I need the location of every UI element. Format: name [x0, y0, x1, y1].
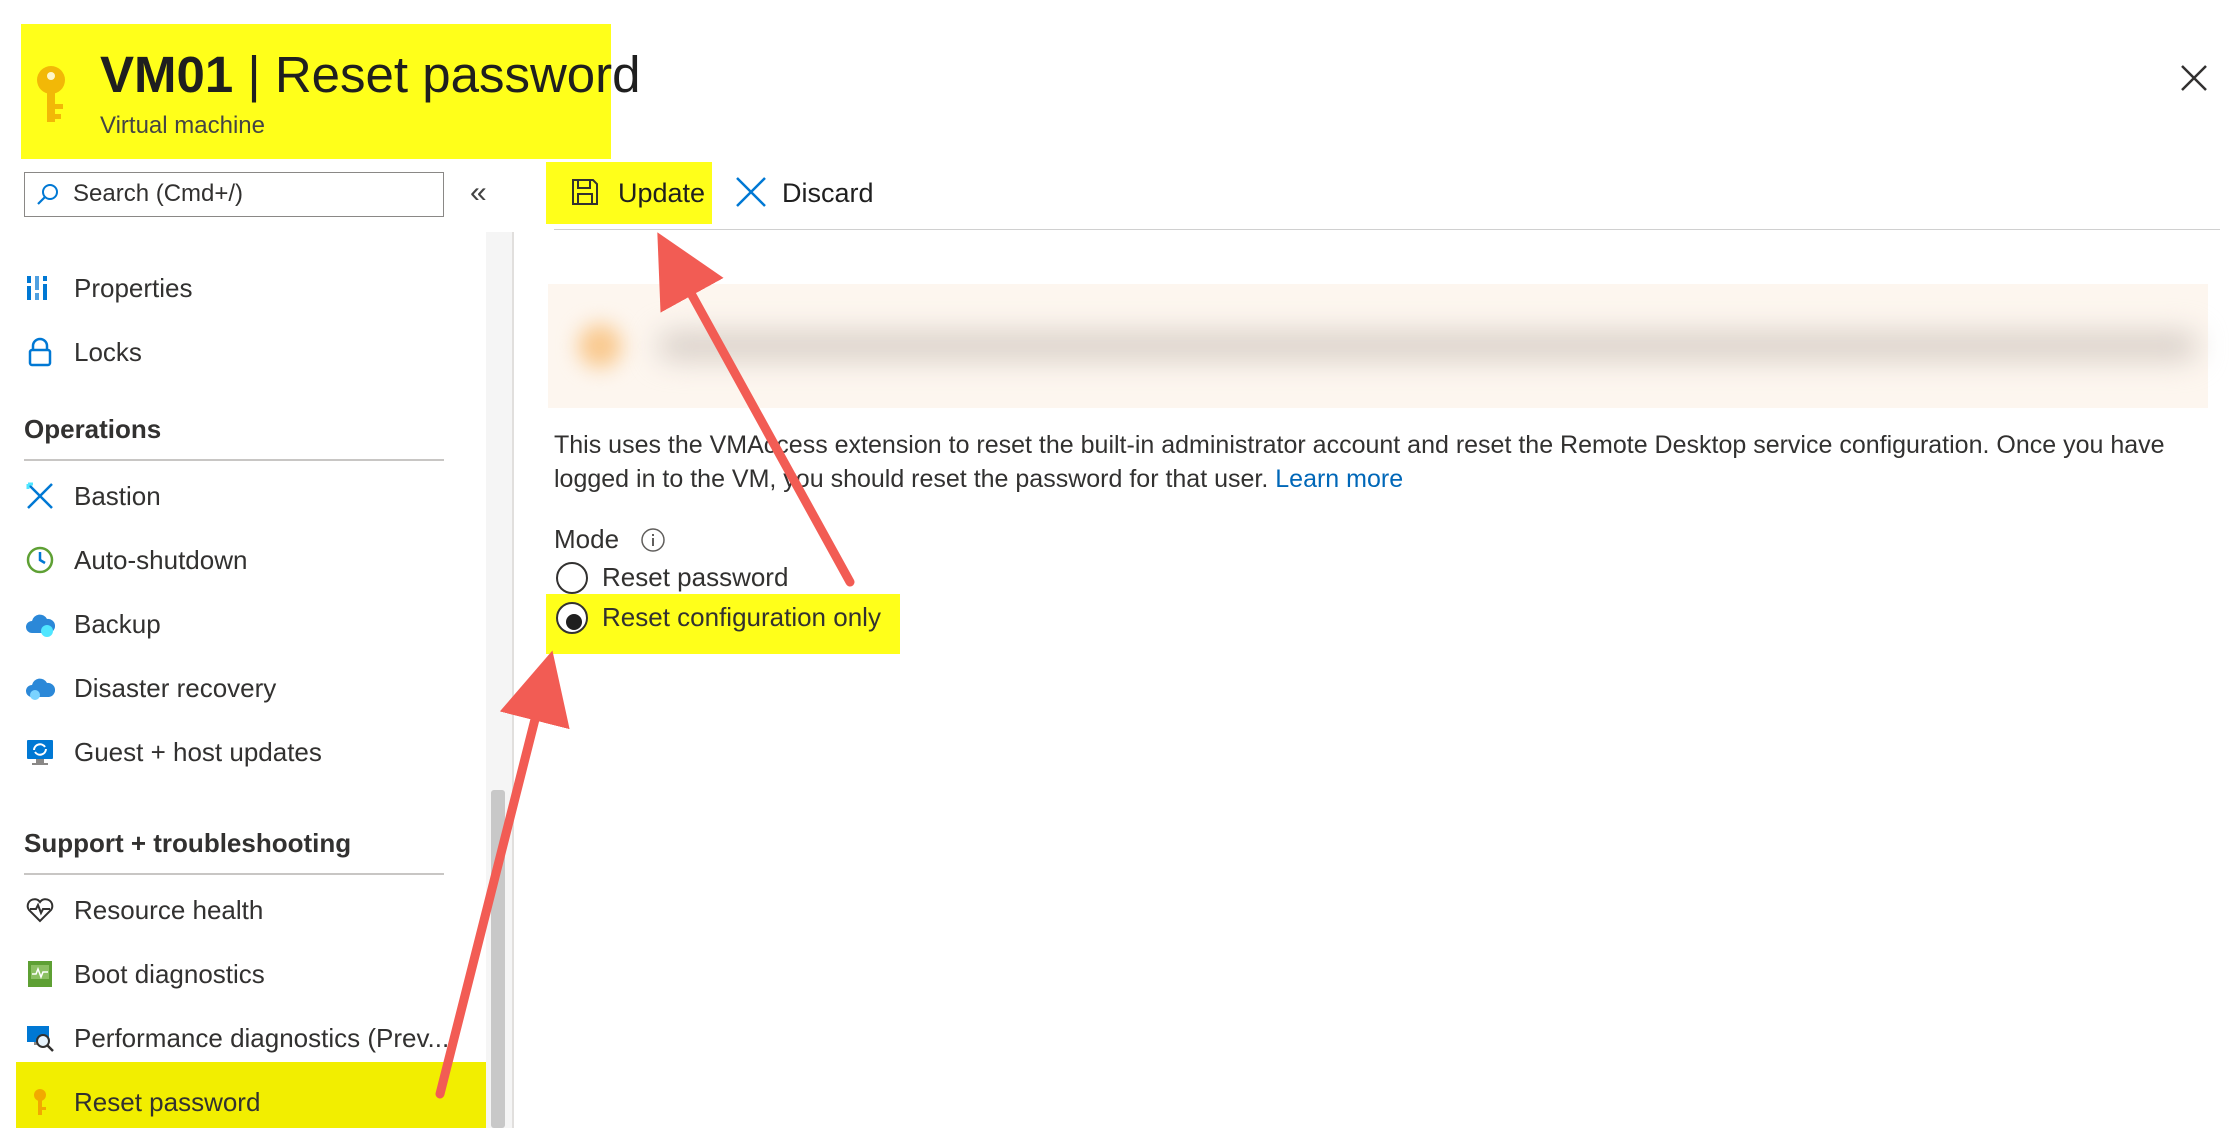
sidebar-item-label: Properties [74, 272, 193, 303]
lock-icon [28, 337, 52, 367]
page-title: VM01 | Reset password [100, 44, 641, 106]
sidebar-item-reset-password[interactable]: Reset password [0, 1074, 486, 1130]
mode-label: Mode [554, 524, 620, 554]
sidebar-item-bastion[interactable]: Bastion [0, 468, 486, 524]
sidebar-item-label: Backup [74, 608, 161, 639]
sidebar-item-label: Disaster recovery [74, 672, 277, 703]
sidebar-item-resource-health[interactable]: Resource health [0, 882, 486, 938]
vm-name: VM01 [100, 46, 234, 103]
discard-x-icon [736, 177, 766, 207]
radio-label: Reset configuration only [602, 602, 881, 632]
backup-cloud-icon [26, 614, 55, 637]
radio-label: Reset password [602, 562, 789, 592]
boot-diagnostics-icon [28, 961, 52, 987]
blurred-info-banner [548, 284, 2208, 408]
close-icon[interactable] [2174, 58, 2214, 98]
search-icon [37, 184, 58, 205]
sidebar-item-performance-diagnostics[interactable]: Performance diagnostics (Prev... [0, 1010, 486, 1066]
radio-circle-selected[interactable] [556, 602, 588, 634]
radio-circle[interactable] [556, 562, 588, 594]
sidebar-item-label: Auto-shutdown [74, 544, 248, 575]
sidebar-item-label: Performance diagnostics (Prev... [74, 1022, 450, 1053]
update-button[interactable]: Update [546, 162, 712, 224]
bastion-icon [26, 482, 53, 509]
save-icon [572, 179, 598, 205]
info-icon[interactable] [640, 527, 666, 553]
radio-dot [566, 614, 582, 630]
performance-diagnostics-icon [27, 1026, 54, 1052]
sidebar-item-backup[interactable]: Backup [0, 596, 486, 652]
sidebar-divider [512, 232, 514, 1128]
sidebar-item-locks[interactable]: Locks [0, 324, 486, 380]
learn-more-link[interactable]: Learn more [1275, 465, 1403, 493]
key-icon [34, 1089, 46, 1115]
toolbar-divider [554, 229, 2220, 230]
heart-pulse-icon [26, 898, 54, 923]
sidebar-item-disaster-recovery[interactable]: Disaster recovery [0, 660, 486, 716]
sidebar-scrollbar-thumb[interactable] [491, 790, 505, 1128]
sidebar-item-auto-shutdown[interactable]: Auto-shutdown [0, 532, 486, 588]
section-divider [24, 459, 444, 461]
collapse-sidebar-button[interactable]: « [470, 178, 487, 208]
sidebar-item-boot-diagnostics[interactable]: Boot diagnostics [0, 946, 486, 1002]
sidebar-item-label: Resource health [74, 894, 264, 925]
section-title-operations: Operations [24, 414, 162, 444]
banner-icon [578, 324, 622, 368]
discard-button[interactable]: Discard [732, 162, 882, 224]
discard-label: Discard [782, 178, 874, 208]
key-icon [37, 66, 65, 122]
sidebar-item-label: Locks [74, 336, 142, 367]
page-name: Reset password [274, 46, 641, 103]
section-title-support: Support + troubleshooting [24, 828, 352, 858]
section-divider [24, 873, 444, 875]
updates-monitor-icon [27, 740, 53, 765]
properties-icon [25, 276, 49, 300]
banner-text-redacted [658, 332, 2198, 360]
description-text: This uses the VMAccess extension to rese… [554, 428, 2214, 496]
sidebar-item-guest-host-updates[interactable]: Guest + host updates [0, 724, 486, 780]
sidebar-item-properties[interactable]: Properties [0, 260, 486, 316]
title-separator: | [233, 46, 275, 103]
sidebar-item-label: Reset password [74, 1086, 261, 1117]
sidebar-item-label: Bastion [74, 480, 161, 511]
search-box[interactable] [24, 172, 444, 217]
disaster-recovery-icon [26, 678, 55, 700]
update-label: Update [618, 178, 706, 208]
page-subtitle: Virtual machine [100, 112, 265, 139]
clock-icon [26, 546, 54, 574]
sidebar-item-label: Guest + host updates [74, 736, 322, 767]
search-input[interactable] [73, 177, 433, 211]
sidebar-item-label: Boot diagnostics [74, 958, 265, 989]
